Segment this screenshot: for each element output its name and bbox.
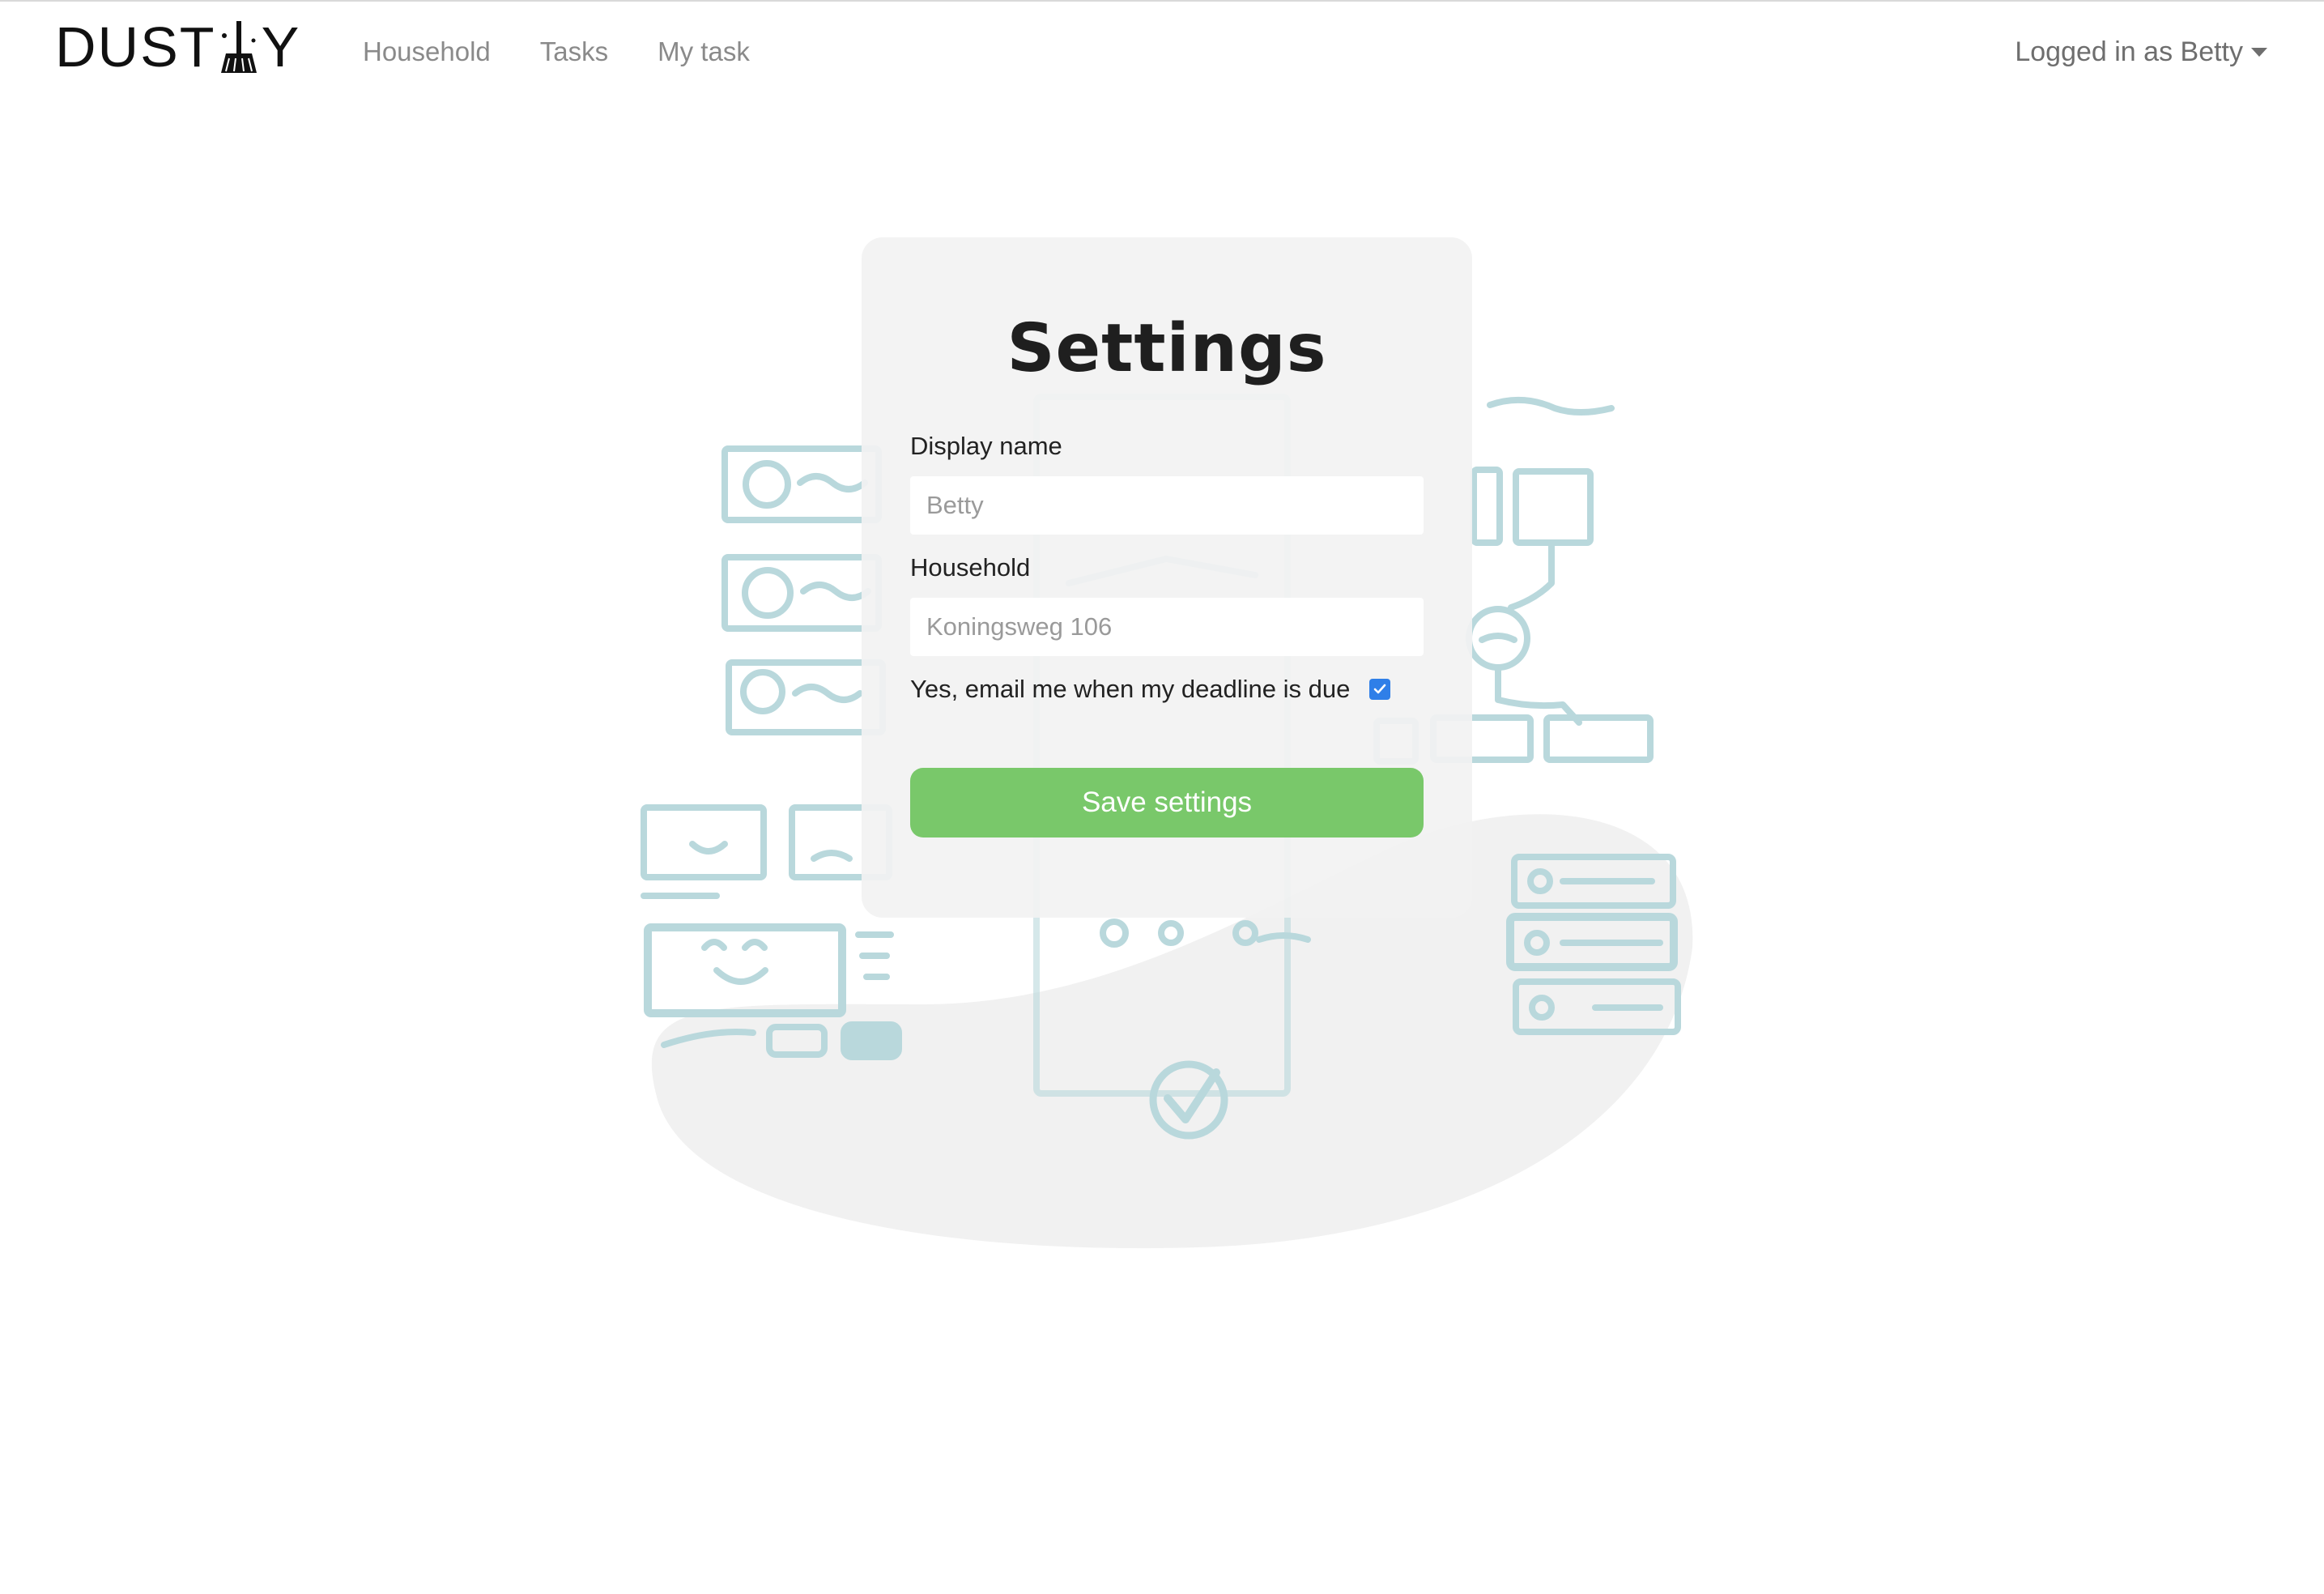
logo-text-left: DUST [55, 15, 216, 79]
logo-text-right: Y [261, 15, 301, 79]
caret-down-icon [2251, 47, 2267, 57]
email-notification-checkbox[interactable] [1369, 679, 1391, 700]
email-checkbox-label: Yes, email me when my deadline is due [910, 675, 1351, 703]
page-title: Settings [1007, 310, 1327, 387]
user-menu-label: Logged in as Betty [2015, 36, 2243, 67]
household-label: Household [910, 553, 1031, 582]
nav-link-household[interactable]: Household [363, 31, 491, 73]
household-input[interactable] [910, 598, 1424, 656]
display-name-label: Display name [910, 432, 1062, 460]
logo[interactable]: DUST Y [55, 15, 300, 79]
save-settings-button[interactable]: Save settings [910, 768, 1424, 837]
broom-icon [215, 18, 263, 76]
email-notification-row: Yes, email me when my deadline is due [910, 675, 1391, 704]
nav-link-my-task[interactable]: My task [658, 31, 750, 73]
navbar: DUST Y Household Tasks My task Logged in… [0, 2, 2324, 103]
nav-link-tasks[interactable]: Tasks [540, 31, 608, 73]
checkmark-icon [1374, 684, 1386, 694]
settings-card: Settings Display name Household Yes, ema… [862, 237, 1472, 918]
nav-links: Household Tasks My task [363, 31, 799, 73]
display-name-input[interactable] [910, 476, 1424, 535]
user-menu-dropdown[interactable]: Logged in as Betty [2015, 31, 2267, 73]
